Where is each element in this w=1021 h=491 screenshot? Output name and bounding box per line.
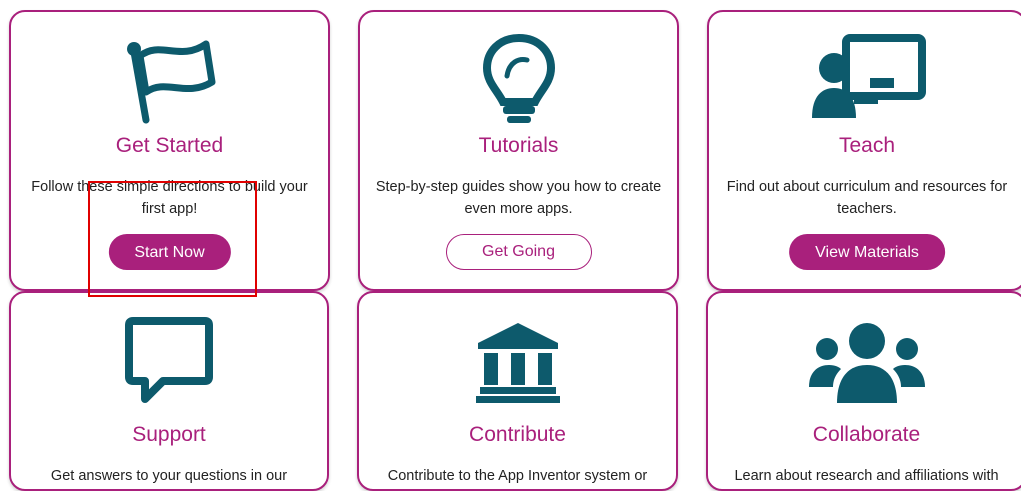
card-collaborate: Collaborate Learn about research and aff… [706,291,1021,491]
card-tutorials: Tutorials Step-by-step guides show you h… [358,10,679,291]
card-title: Tutorials [478,134,559,157]
teacher-icon [709,32,1021,120]
card-description: Learn about research and affiliations wi… [734,468,999,484]
institution-icon [359,315,676,403]
card-title: Collaborate [812,423,921,446]
speech-bubble-icon [11,315,327,403]
card-get-started: Get Started Follow these simple directio… [9,10,330,291]
card-description: Step-by-step guides show you how to crea… [375,179,662,217]
card-teach: Teach Find out about curriculum and reso… [707,10,1021,291]
view-materials-button[interactable]: View Materials [789,234,945,270]
card-title: Get Started [115,134,224,157]
lightbulb-icon [360,32,677,123]
card-description: Follow these simple directions to build … [31,179,308,217]
users-group-icon [708,315,1021,403]
get-going-button[interactable]: Get Going [445,234,592,270]
start-now-button[interactable]: Start Now [108,234,231,270]
card-description: Get answers to your questions in our [50,468,288,484]
card-support: Support Get answers to your questions in… [9,291,329,491]
card-contribute: Contribute Contribute to the App Invento… [357,291,678,491]
card-title: Support [132,423,206,446]
card-title: Contribute [469,423,566,446]
card-description: Contribute to the App Inventor system or [387,468,648,484]
card-description: Find out about curriculum and resources … [726,179,1008,217]
card-title: Teach [838,134,896,157]
flag-icon [11,32,328,124]
